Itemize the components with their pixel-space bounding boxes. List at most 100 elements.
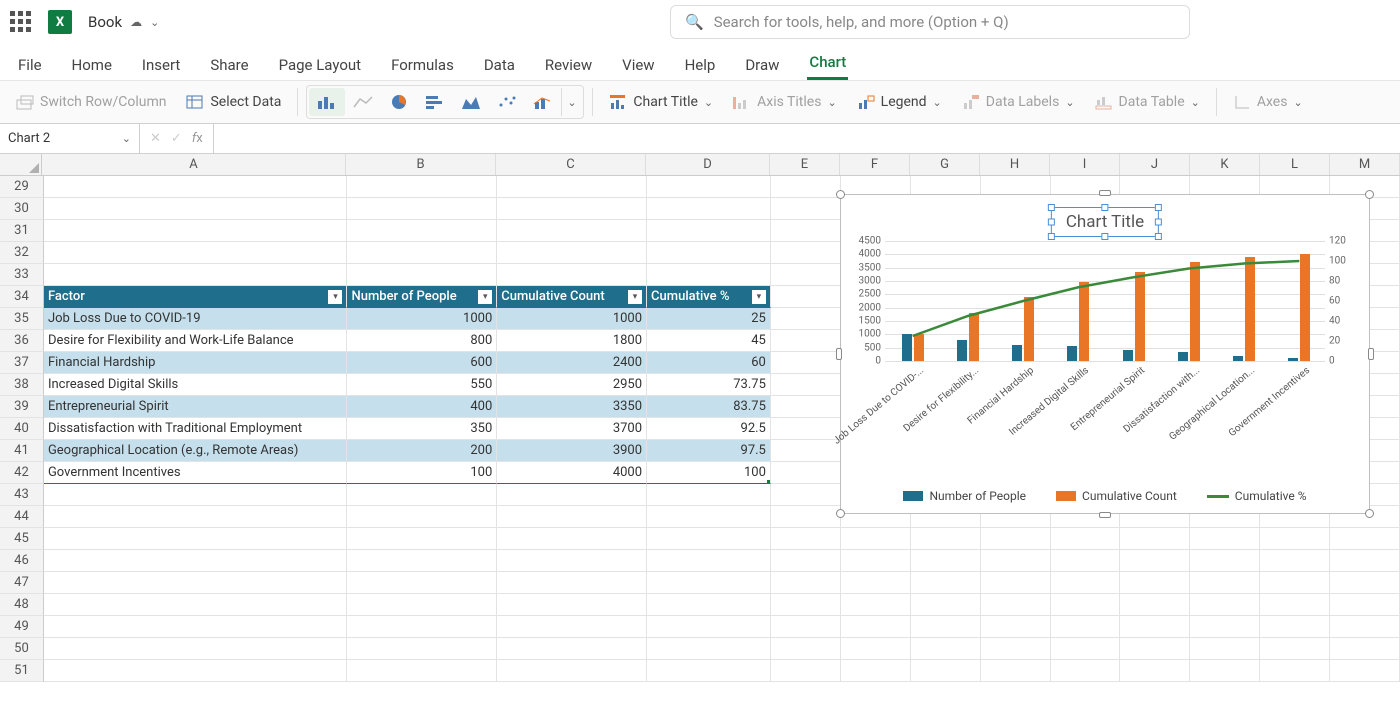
cell[interactable]: [647, 198, 771, 220]
cell[interactable]: [1330, 638, 1400, 660]
cell[interactable]: [771, 176, 841, 198]
cell[interactable]: [771, 660, 841, 682]
cell[interactable]: [1260, 550, 1330, 572]
cell[interactable]: 350: [347, 418, 497, 440]
cell[interactable]: [771, 330, 841, 352]
cell[interactable]: Factor▾: [44, 286, 348, 308]
cell[interactable]: [771, 528, 841, 550]
cell[interactable]: [771, 308, 841, 330]
column-header[interactable]: H: [980, 154, 1050, 175]
cell[interactable]: [771, 352, 841, 374]
cell[interactable]: [647, 528, 771, 550]
cell[interactable]: 800: [347, 330, 497, 352]
cell[interactable]: 2950: [497, 374, 647, 396]
data-labels-dropdown[interactable]: Data Labels⌄: [954, 90, 1083, 114]
cell[interactable]: [44, 242, 348, 264]
cell[interactable]: [771, 286, 841, 308]
cell[interactable]: [771, 638, 841, 660]
cell[interactable]: 83.75: [647, 396, 771, 418]
row-header[interactable]: 45: [0, 528, 44, 550]
cell[interactable]: [1190, 660, 1260, 682]
cell[interactable]: 97.5: [647, 440, 771, 462]
cell[interactable]: Cumulative %▾: [647, 286, 771, 308]
cell[interactable]: [911, 660, 981, 682]
resize-handle[interactable]: [1368, 348, 1374, 360]
row-header[interactable]: 30: [0, 198, 44, 220]
spreadsheet-grid[interactable]: ABCDEFGHIJKLM 293031323334Factor▾Number …: [0, 154, 1400, 712]
row-header[interactable]: 29: [0, 176, 44, 198]
cell[interactable]: [771, 550, 841, 572]
cell[interactable]: 73.75: [647, 374, 771, 396]
row-header[interactable]: 48: [0, 594, 44, 616]
row-header[interactable]: 50: [0, 638, 44, 660]
cell[interactable]: [911, 638, 981, 660]
chart-type-column-icon[interactable]: [309, 88, 345, 116]
axis-titles-dropdown[interactable]: Axis Titles⌄: [725, 90, 845, 114]
app-launcher-icon[interactable]: [10, 11, 32, 33]
cell[interactable]: [1260, 616, 1330, 638]
cell[interactable]: [347, 660, 497, 682]
cell[interactable]: [44, 264, 348, 286]
row-header[interactable]: 33: [0, 264, 44, 286]
cell[interactable]: [771, 418, 841, 440]
cell[interactable]: [1190, 594, 1260, 616]
row-header[interactable]: 31: [0, 220, 44, 242]
cell[interactable]: 1000: [347, 308, 497, 330]
resize-handle[interactable]: [836, 190, 845, 199]
chart-type-pie-icon[interactable]: [381, 88, 417, 116]
cell[interactable]: [347, 198, 497, 220]
fx-icon[interactable]: fx: [192, 131, 203, 146]
cell[interactable]: [841, 528, 911, 550]
cell[interactable]: [347, 242, 497, 264]
chart-title-dropdown[interactable]: Chart Title⌄: [601, 90, 721, 114]
cell[interactable]: [497, 220, 647, 242]
chart-type-bar-icon[interactable]: [417, 88, 453, 116]
cell[interactable]: [841, 572, 911, 594]
cell[interactable]: [841, 638, 911, 660]
filter-dropdown-icon[interactable]: ▾: [478, 290, 492, 304]
cell[interactable]: [771, 484, 841, 506]
cell[interactable]: [1120, 528, 1190, 550]
cell[interactable]: [497, 594, 647, 616]
cell[interactable]: 1000: [497, 308, 647, 330]
row-header[interactable]: 40: [0, 418, 44, 440]
cell[interactable]: [771, 264, 841, 286]
column-header[interactable]: C: [496, 154, 646, 175]
cell[interactable]: [497, 176, 647, 198]
cell[interactable]: [497, 484, 647, 506]
cell[interactable]: [347, 528, 497, 550]
column-header[interactable]: J: [1120, 154, 1190, 175]
cell[interactable]: 4000: [497, 462, 647, 484]
cell[interactable]: [771, 220, 841, 242]
cell[interactable]: [1120, 616, 1190, 638]
cell[interactable]: [497, 528, 647, 550]
cell[interactable]: [497, 616, 647, 638]
tab-home[interactable]: Home: [70, 52, 114, 80]
cell[interactable]: [497, 242, 647, 264]
cell[interactable]: [1260, 638, 1330, 660]
cell[interactable]: [347, 506, 497, 528]
cell[interactable]: [771, 616, 841, 638]
cell[interactable]: [1330, 594, 1400, 616]
embedded-chart[interactable]: Chart Title 0500100015002000250030003500…: [840, 194, 1370, 514]
cell[interactable]: [44, 550, 348, 572]
legend-dropdown[interactable]: Legend⌄: [849, 90, 950, 114]
cell[interactable]: [44, 572, 348, 594]
cell[interactable]: [347, 572, 497, 594]
cell[interactable]: [1051, 594, 1121, 616]
row-header[interactable]: 44: [0, 506, 44, 528]
column-header[interactable]: K: [1190, 154, 1260, 175]
row-header[interactable]: 49: [0, 616, 44, 638]
cell[interactable]: [841, 594, 911, 616]
cell[interactable]: [647, 616, 771, 638]
cell[interactable]: [771, 396, 841, 418]
cell[interactable]: [497, 660, 647, 682]
chart-type-area-icon[interactable]: [453, 88, 489, 116]
chart-legend[interactable]: Number of People Cumulative Count Cumula…: [841, 489, 1369, 503]
cell[interactable]: [647, 484, 771, 506]
cell[interactable]: [647, 264, 771, 286]
column-header[interactable]: F: [840, 154, 910, 175]
cell[interactable]: [347, 264, 497, 286]
chevron-down-icon[interactable]: ⌄: [150, 16, 159, 29]
cell[interactable]: [841, 660, 911, 682]
